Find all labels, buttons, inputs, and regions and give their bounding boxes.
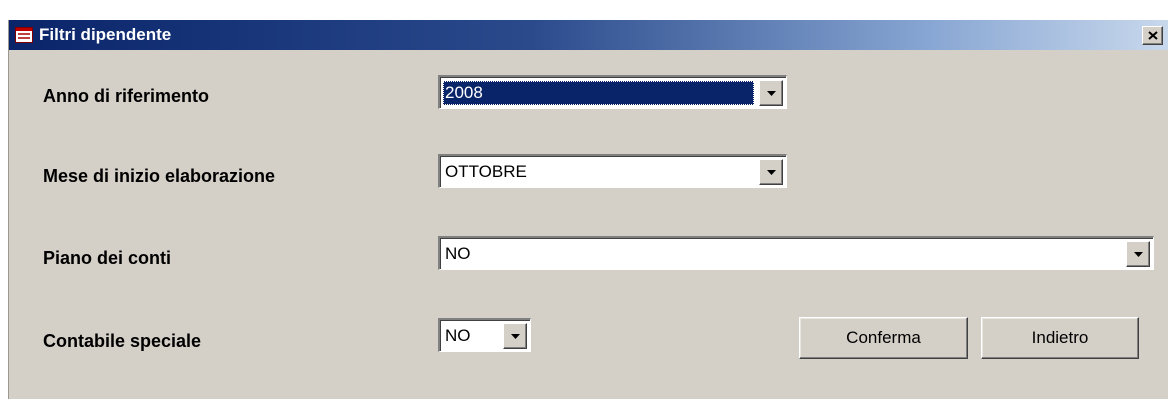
year-select-value: 2008 <box>443 81 754 105</box>
chart-of-accounts-select[interactable]: NO <box>438 236 1154 270</box>
start-month-label: Mese di inizio elaborazione <box>43 166 276 186</box>
chevron-down-icon <box>511 334 520 339</box>
special-accountant-dropdown-button[interactable] <box>503 323 527 349</box>
chart-of-accounts-label: Piano dei conti <box>43 248 172 268</box>
chart-of-accounts-dropdown-button[interactable] <box>1126 241 1150 267</box>
chevron-down-icon <box>1134 252 1143 257</box>
close-icon <box>1148 31 1158 40</box>
special-accountant-select-value: NO <box>445 326 471 345</box>
year-select[interactable]: 2008 <box>438 75 787 109</box>
start-month-dropdown-button[interactable] <box>759 159 783 185</box>
form-icon <box>15 27 33 43</box>
chevron-down-icon <box>767 170 776 175</box>
special-accountant-label: Contabile speciale <box>43 331 202 351</box>
dialog-title: Filtri dipendente <box>39 25 172 44</box>
start-month-select-value: OTTOBRE <box>445 162 527 181</box>
chevron-down-icon <box>767 91 776 96</box>
chart-of-accounts-select-value: NO <box>445 244 471 263</box>
close-button[interactable] <box>1142 26 1163 45</box>
year-label: Anno di riferimento <box>43 86 209 106</box>
back-button[interactable]: Indietro <box>981 317 1139 359</box>
title-bar[interactable]: Filtri dipendente <box>9 20 1168 50</box>
dialog-window: Filtri dipendente Anno di riferimento 20… <box>8 20 1168 399</box>
year-dropdown-button[interactable] <box>759 80 783 106</box>
start-month-select[interactable]: OTTOBRE <box>438 154 787 188</box>
confirm-button[interactable]: Conferma <box>799 317 968 359</box>
special-accountant-select[interactable]: NO <box>438 318 531 352</box>
